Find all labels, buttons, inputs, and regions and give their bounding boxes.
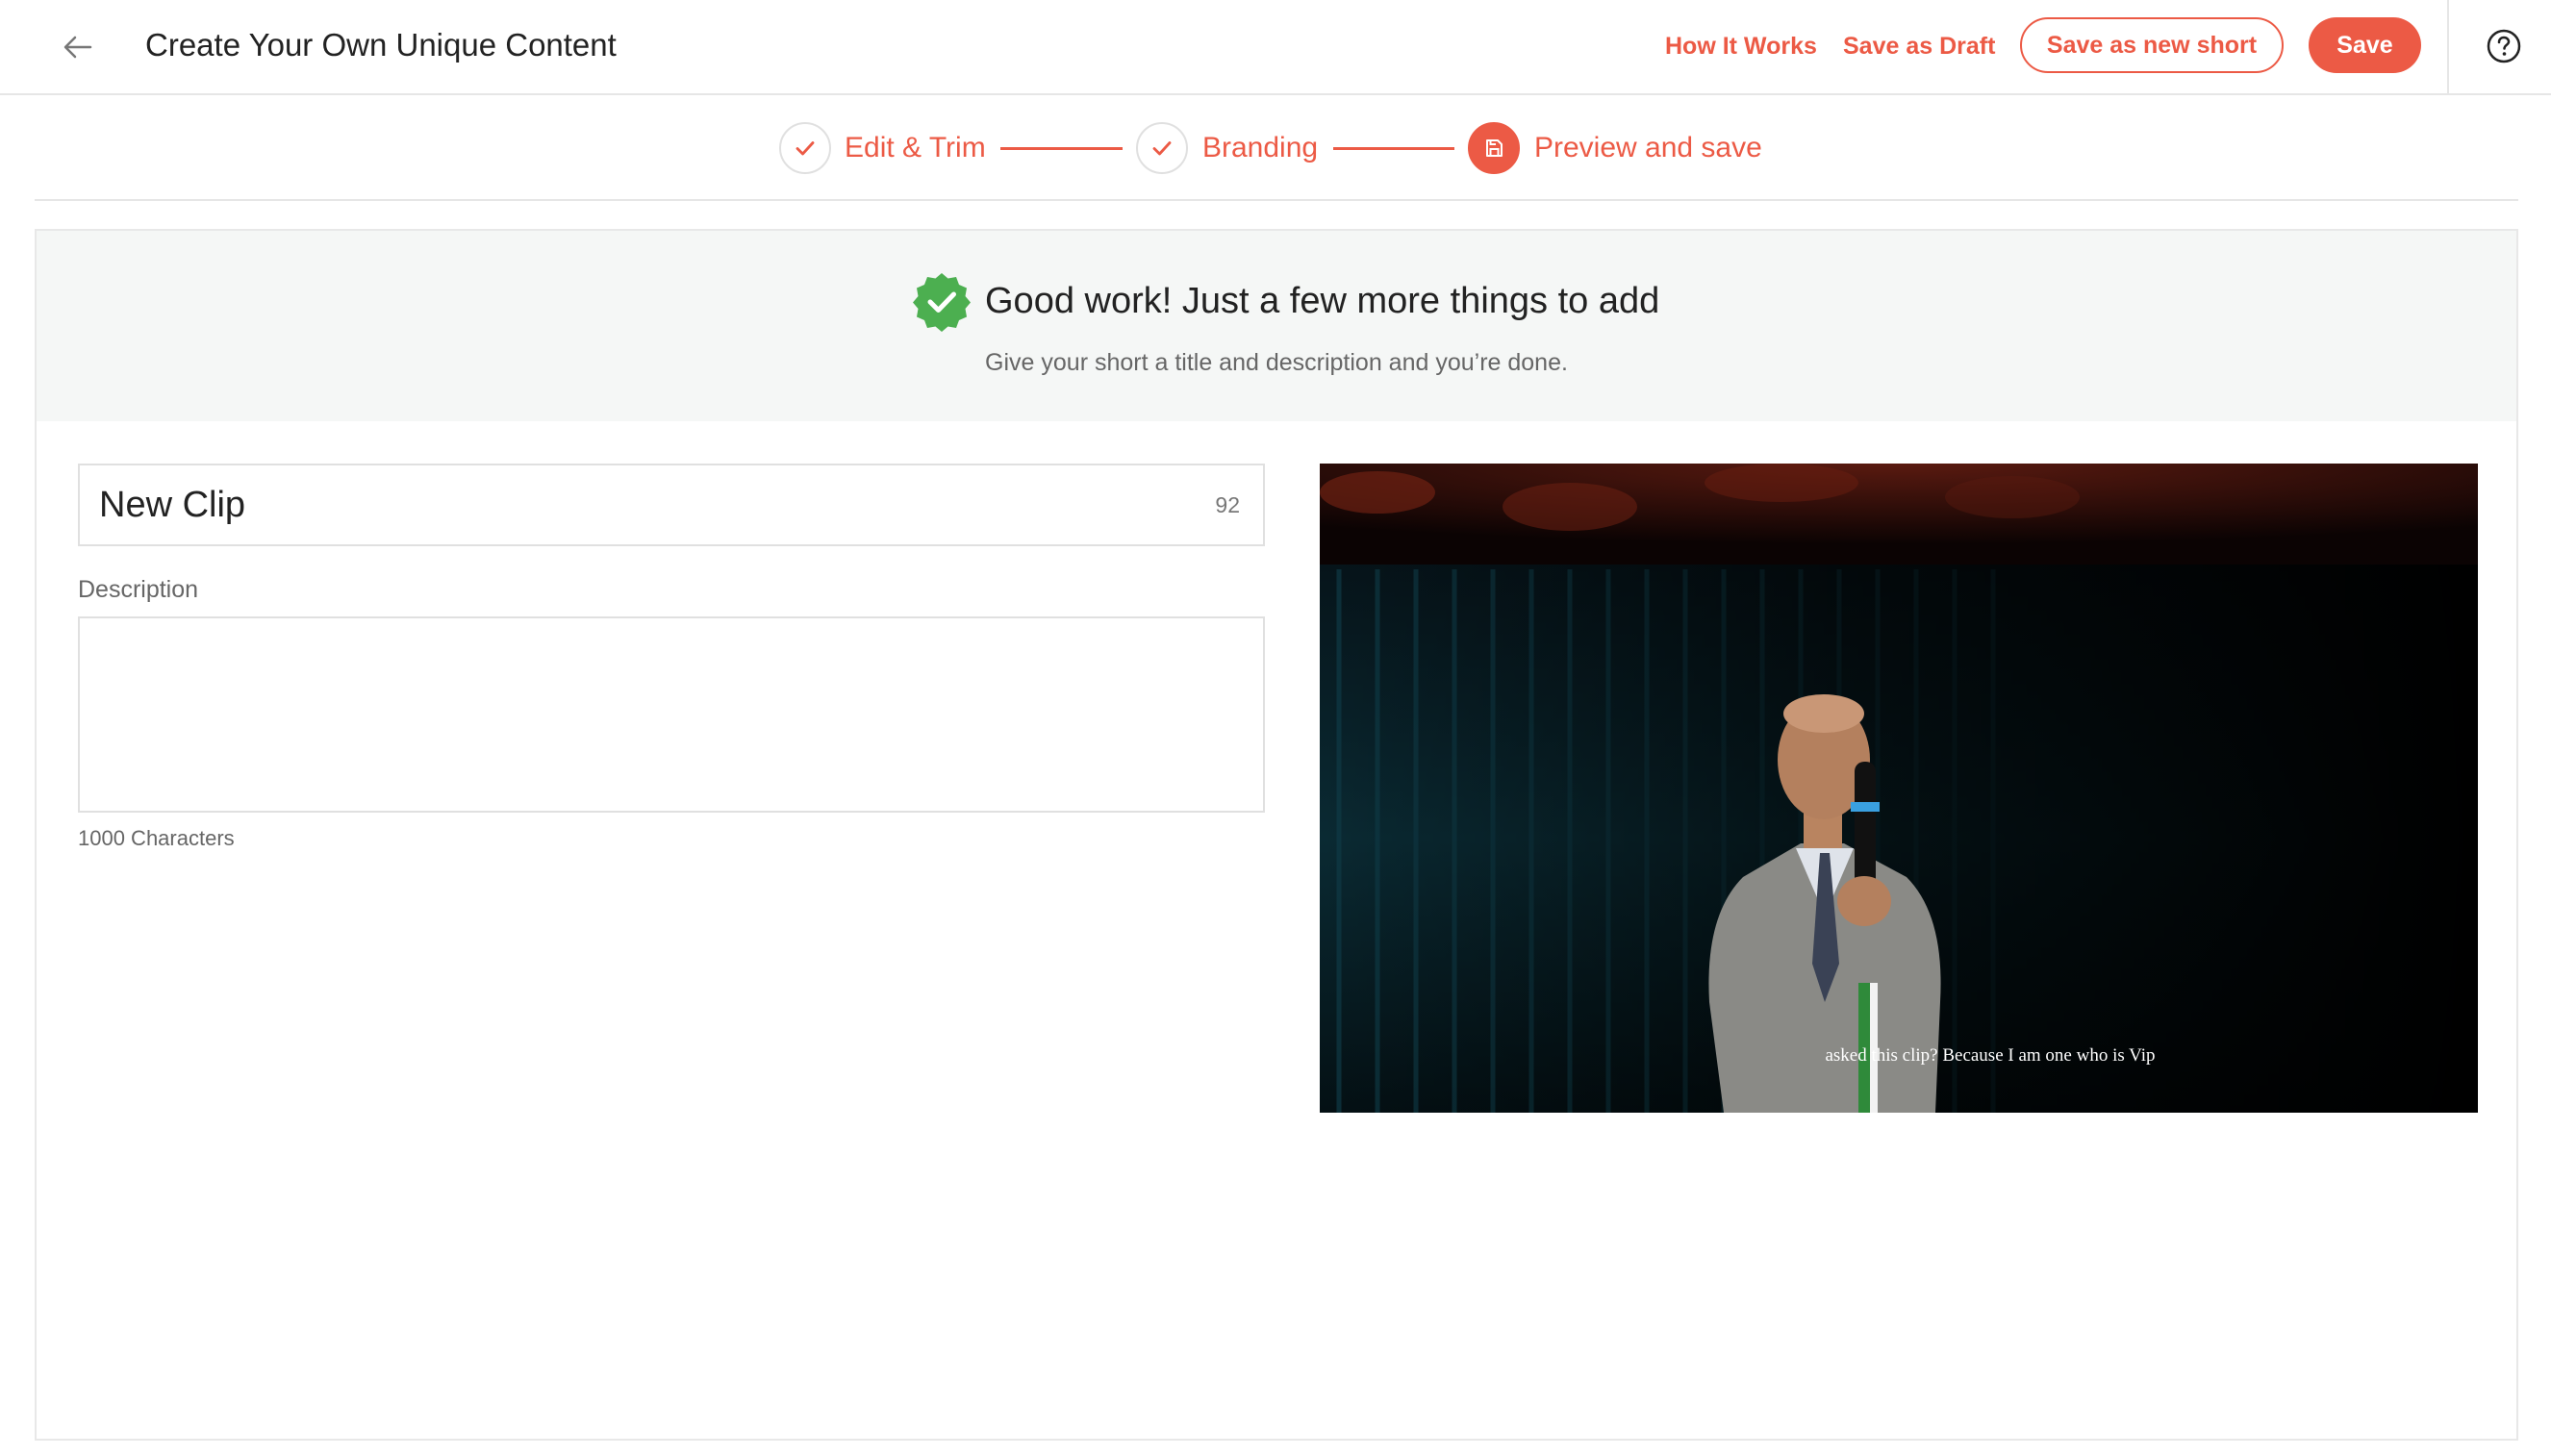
check-icon (796, 141, 815, 156)
banner-subtitle: Give your short a title and description … (985, 349, 1568, 376)
header-divider (2447, 0, 2449, 95)
save-button[interactable]: Save (2309, 17, 2421, 73)
verified-badge-icon (913, 273, 971, 332)
video-subtitle: asked this clip? Because I am one who is… (1825, 1045, 2156, 1066)
video-frame-image (1320, 464, 2478, 1113)
top-bar: Create Your Own Unique Content How It Wo… (0, 0, 2551, 95)
title-input[interactable] (99, 465, 1157, 544)
step-branding-indicator (1136, 122, 1188, 174)
step-connector (1333, 147, 1454, 150)
content-card: Good work! Just a few more things to add… (35, 229, 2518, 1441)
arrow-left-icon (63, 36, 92, 59)
save-as-new-short-button[interactable]: Save as new short (2020, 17, 2284, 73)
title-char-counter: 92 (1215, 492, 1240, 517)
description-textarea[interactable] (80, 618, 1263, 811)
stepper-divider (35, 199, 2518, 201)
step-connector (1000, 147, 1123, 150)
success-banner: Good work! Just a few more things to add… (37, 231, 2516, 421)
step-edit-trim[interactable]: Edit & Trim (845, 129, 986, 167)
save-icon (1486, 139, 1503, 157)
banner-title: Good work! Just a few more things to add (985, 281, 1660, 321)
description-field[interactable] (78, 616, 1265, 813)
how-it-works-link[interactable]: How It Works (1665, 29, 1817, 63)
check-icon (1152, 141, 1172, 156)
step-preview-save-indicator (1468, 122, 1520, 174)
title-field[interactable]: 92 (78, 464, 1265, 546)
video-preview[interactable]: asked this clip? Because I am one who is… (1320, 464, 2478, 1113)
step-branding[interactable]: Branding (1202, 129, 1318, 167)
description-char-limit: 1000 Characters (78, 826, 235, 850)
question-circle-icon (2487, 29, 2521, 63)
step-edit-trim-indicator (779, 122, 831, 174)
help-button[interactable] (2485, 27, 2523, 65)
description-label: Description (78, 576, 199, 603)
back-button[interactable] (56, 25, 100, 69)
save-as-draft-link[interactable]: Save as Draft (1843, 29, 1995, 63)
page-title: Create Your Own Unique Content (145, 27, 617, 63)
progress-stepper: Edit & Trim Branding Preview and save (0, 96, 2551, 202)
step-preview-save[interactable]: Preview and save (1534, 129, 1762, 167)
